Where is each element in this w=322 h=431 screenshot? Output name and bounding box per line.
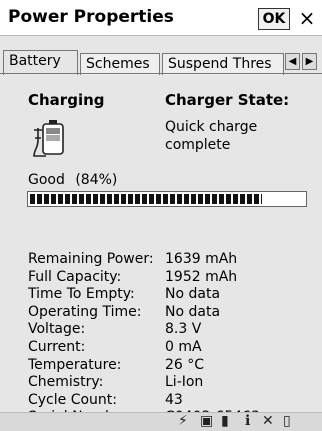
detail-value: No data: [165, 303, 221, 320]
battery-plug-icon: [32, 118, 68, 160]
window-title: Power Properties: [8, 7, 174, 27]
detail-value: 8.3 V: [165, 321, 202, 338]
detail-row: Voltage: 8.3 V: [28, 321, 298, 340]
detail-value: 0 mA: [165, 339, 202, 355]
tab-schemes[interactable]: Schemes: [80, 53, 160, 75]
detail-row: Current: 0 mA: [28, 339, 298, 358]
network-icon[interactable]: ▣: [200, 413, 213, 429]
detail-value: 1639 mAh: [165, 251, 238, 267]
health-label: Good (84%): [28, 172, 117, 188]
signal-icon[interactable]: ▮: [221, 413, 229, 429]
title-bar: Power Properties OK ×: [0, 0, 322, 36]
tab-suspend-label: Suspend Thres: [168, 56, 272, 72]
detail-key: Time To Empty:: [28, 286, 135, 303]
detail-row: Temperature: 26 °C: [28, 357, 298, 376]
no-wireless-icon[interactable]: ✕: [262, 413, 274, 429]
detail-row: Operating Time: No data: [28, 304, 298, 323]
detail-row: Time To Empty: No data: [28, 286, 298, 305]
battery-progress-fill: [30, 194, 262, 204]
detail-row: Cycle Count: 43: [28, 392, 298, 411]
detail-key: Chemistry:: [28, 374, 104, 391]
ok-button[interactable]: OK: [258, 8, 290, 30]
detail-value: 43: [165, 391, 183, 408]
detail-key: Full Capacity:: [28, 268, 122, 285]
detail-value: No data: [165, 286, 221, 303]
tab-battery[interactable]: Battery: [3, 50, 78, 75]
detail-value: 26 °C: [165, 356, 205, 373]
charger-state-value: Quick charge complete: [165, 119, 258, 153]
taskbar: ⚡ ▣ ▮ ℹ ✕ ▯: [0, 412, 322, 431]
detail-key: Voltage:: [28, 321, 86, 338]
detail-key: Current:: [28, 339, 86, 355]
detail-value: Li-Ion: [165, 374, 204, 391]
close-button[interactable]: ×: [296, 6, 318, 30]
charger-state-label: Charger State:: [165, 91, 290, 109]
detail-key: Temperature:: [28, 356, 122, 373]
detail-row: Full Capacity: 1952 mAh: [28, 269, 298, 288]
tab-schemes-label: Schemes: [86, 56, 150, 72]
charging-status-label: Charging: [28, 91, 105, 109]
detail-key: Remaining Power:: [28, 251, 154, 267]
battery-progress-bar: [27, 191, 307, 207]
detail-key: Cycle Count:: [28, 391, 118, 408]
battery-icon[interactable]: ▯: [283, 413, 291, 429]
tab-suspend-thresholds[interactable]: Suspend Thres: [162, 53, 284, 75]
tab-divider: [0, 73, 322, 74]
detail-key: Operating Time:: [28, 303, 142, 320]
tab-scroll-left-button[interactable]: ◀: [285, 53, 300, 70]
detail-value: 1952 mAh: [165, 268, 238, 285]
chevron-right-icon: ▶: [305, 56, 314, 67]
plug-icon[interactable]: ⚡: [178, 413, 188, 429]
info-icon[interactable]: ℹ: [245, 413, 250, 429]
health-text: Good: [28, 172, 65, 188]
tab-battery-label: Battery: [9, 53, 61, 69]
tab-scroll-right-button[interactable]: ▶: [302, 53, 317, 70]
chevron-left-icon: ◀: [288, 56, 297, 67]
detail-row: Chemistry: Li-Ion: [28, 374, 298, 393]
detail-row: Remaining Power: 1639 mAh: [28, 251, 298, 270]
health-percent: (84%): [75, 172, 118, 188]
